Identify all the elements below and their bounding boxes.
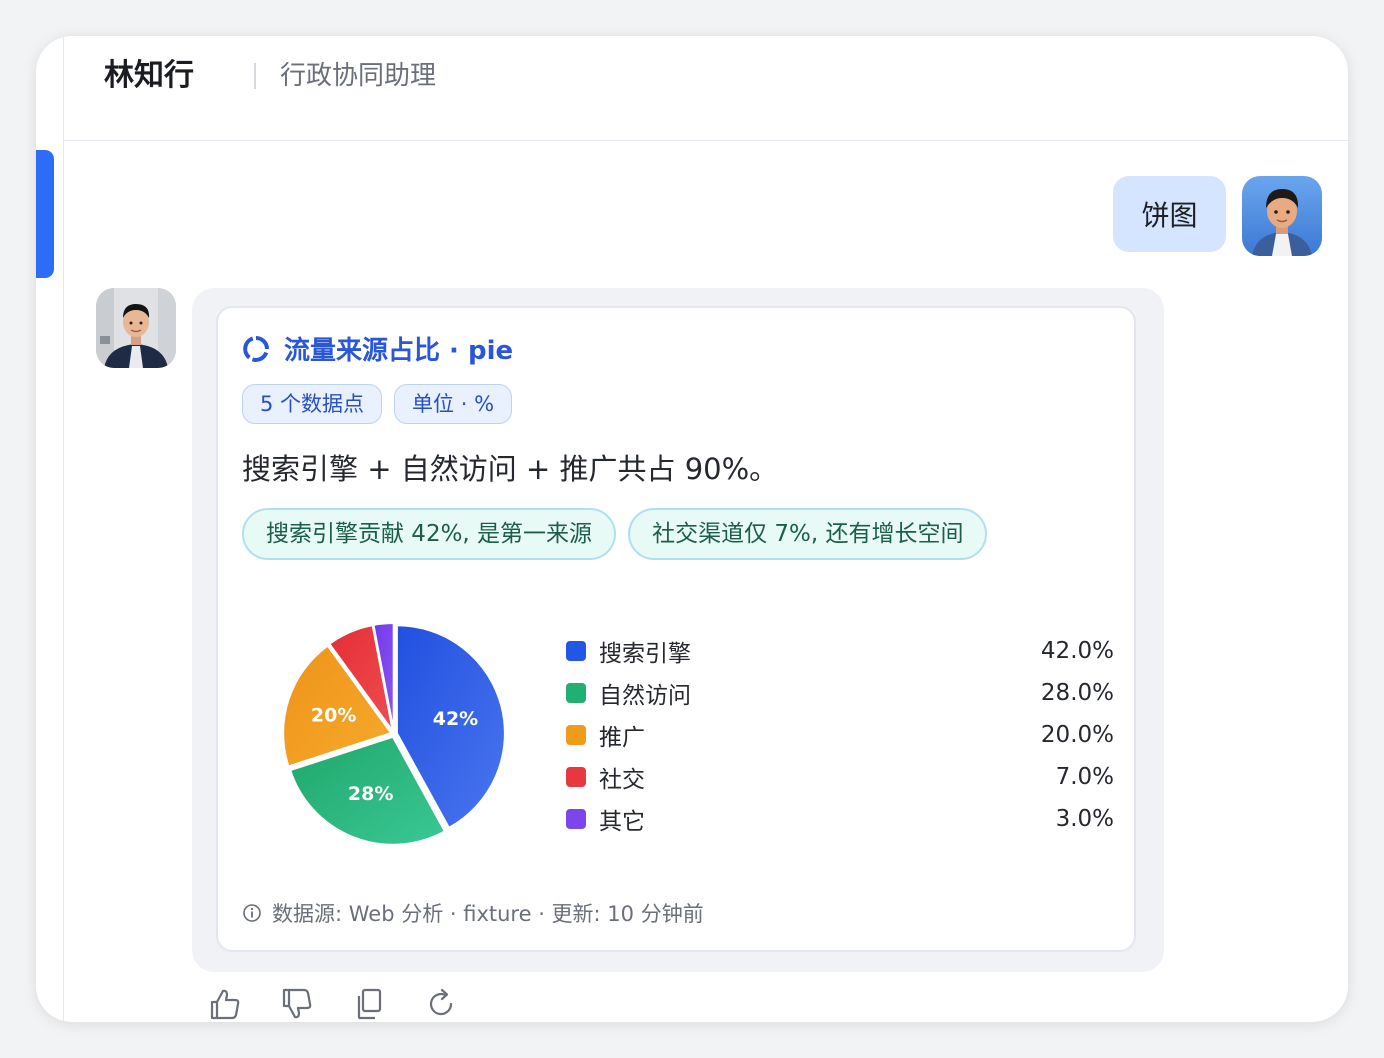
- data-source-text: 数据源: Web 分析 · fixture · 更新: 10 分钟前: [272, 902, 704, 926]
- user-message-text: 饼图: [1141, 199, 1198, 232]
- refresh-icon[interactable]: [424, 986, 458, 1022]
- insight-chip-1[interactable]: 搜索引擎贡献 42%, 是第一来源: [242, 508, 617, 560]
- insight-chips: 搜索引擎贡献 42%, 是第一来源 社交渠道仅 7%, 还有增长空间: [242, 508, 988, 560]
- chat-header: 林知行 行政协同助理: [64, 36, 1348, 141]
- copy-icon[interactable]: [352, 986, 386, 1022]
- chip-data-points: 5 个数据点: [242, 384, 383, 424]
- legend-value: 3.0%: [1055, 806, 1114, 832]
- legend-swatch: [566, 725, 586, 745]
- legend-item-organic[interactable]: 自然访问 28.0%: [566, 672, 1114, 714]
- legend-swatch: [566, 641, 586, 661]
- legend-label: 自然访问: [599, 683, 691, 709]
- legend-label: 其它: [599, 809, 645, 835]
- pie-slice-label-2: 28%: [348, 783, 393, 805]
- legend-swatch: [566, 767, 586, 787]
- legend-item-search[interactable]: 搜索引擎 42.0%: [566, 630, 1114, 672]
- legend-swatch: [566, 683, 586, 703]
- agent-name: 林知行: [104, 58, 194, 93]
- legend-value: 7.0%: [1055, 764, 1114, 790]
- pie-slice-label-3: 20%: [311, 704, 356, 726]
- chip-unit: 单位 · %: [394, 384, 513, 424]
- user-message-bubble: 饼图: [1113, 176, 1226, 252]
- thumbs-up-icon[interactable]: [208, 986, 242, 1022]
- legend-value: 28.0%: [1040, 680, 1114, 706]
- user-avatar[interactable]: [1242, 176, 1322, 256]
- thumbs-down-icon[interactable]: [280, 986, 314, 1022]
- info-icon: [243, 904, 261, 922]
- meta-chips: 5 个数据点 单位 · %: [242, 384, 513, 424]
- legend-swatch: [566, 809, 586, 829]
- card-title: 流量来源占比 · pie: [284, 336, 514, 366]
- header-separator: [254, 63, 256, 89]
- ring-chart-icon: [243, 335, 269, 362]
- insight-chip-2[interactable]: 社交渠道仅 7%, 还有增长空间: [628, 508, 988, 560]
- legend-item-promotion[interactable]: 推广 20.0%: [566, 714, 1114, 756]
- message-actions: [208, 986, 458, 1022]
- legend-value: 20.0%: [1040, 722, 1114, 748]
- legend-value: 42.0%: [1040, 638, 1114, 664]
- chart-card: 流量来源占比 · pie 5 个数据点 单位 · % 搜索引擎 + 自然访问 +…: [216, 306, 1136, 952]
- chart-summary: 搜索引擎 + 自然访问 + 推广共占 90%。: [242, 452, 779, 486]
- pie-slices: [282, 622, 506, 846]
- pie-slice-label-1: 42%: [433, 708, 478, 730]
- assistant-avatar[interactable]: [96, 288, 176, 368]
- assistant-message-panel: 流量来源占比 · pie 5 个数据点 单位 · % 搜索引擎 + 自然访问 +…: [192, 288, 1164, 972]
- legend-item-other[interactable]: 其它 3.0%: [566, 798, 1114, 840]
- app-window: 林知行 行政协同助理 饼图 流量来源占比 · pie 5 个数据点 单位 · %…: [36, 36, 1348, 1022]
- pie-chart: 42% 28% 20%: [282, 622, 506, 846]
- scroll-indicator[interactable]: [36, 150, 54, 278]
- sidebar-divider: [63, 36, 64, 1022]
- chart-legend: 搜索引擎 42.0% 自然访问 28.0% 推广 20.0% 社交 7.0% 其…: [566, 630, 1114, 840]
- agent-role: 行政协同助理: [280, 61, 437, 91]
- user-avatar-image: [1242, 176, 1322, 256]
- assistant-avatar-image: [96, 288, 176, 368]
- card-title-row: 流量来源占比 · pie: [242, 330, 513, 367]
- card-footer: 数据源: Web 分析 · fixture · 更新: 10 分钟前: [242, 898, 704, 928]
- legend-label: 搜索引擎: [599, 641, 691, 667]
- legend-label: 社交: [599, 767, 645, 793]
- legend-item-social[interactable]: 社交 7.0%: [566, 756, 1114, 798]
- legend-label: 推广: [599, 725, 645, 751]
